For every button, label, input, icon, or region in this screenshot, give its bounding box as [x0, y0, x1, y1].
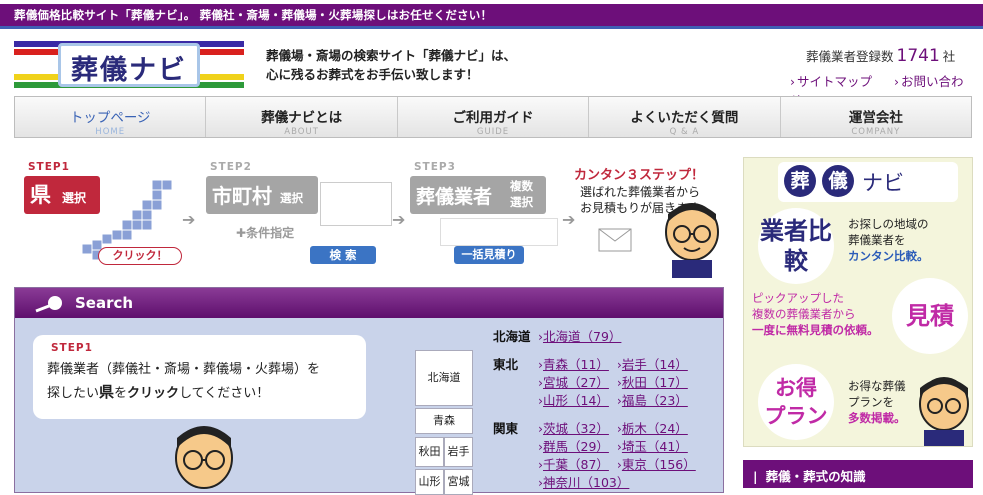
- pref-link[interactable]: 宮城（27）: [543, 375, 609, 390]
- step2-label: STEP2: [210, 161, 252, 173]
- pref-link[interactable]: 岩手（14）: [622, 357, 688, 372]
- search-panel: Search STEP1 葬儀業者（葬儀社・斎場・葬儀場・火葬場）を 探したい県…: [14, 287, 724, 495]
- search-label: 検 索: [310, 246, 376, 264]
- tagline-line2: 心に残るお葬式をお手伝い致します！: [266, 67, 479, 82]
- magnifier-icon: [35, 296, 62, 313]
- vendor-list-thumbnail: [440, 218, 558, 246]
- envelope-icon: [598, 228, 632, 252]
- region-row: ›神奈川（103）: [538, 475, 630, 490]
- condition-label: ✚条件指定: [236, 226, 295, 240]
- pref-link[interactable]: 山形（14）: [543, 393, 609, 408]
- pref-link[interactable]: 群馬（29）: [543, 439, 609, 454]
- city-list-thumbnail: [320, 182, 392, 226]
- steps-banner: STEP1 県 選択 クリック！ ➔ STEP2 市町村 選択 ✚条件指定 検 …: [14, 158, 734, 278]
- step1-label: STEP1: [28, 161, 70, 173]
- pref-link[interactable]: 茨城（32）: [543, 421, 609, 436]
- region-row: 北海道 ›北海道（79）: [493, 329, 622, 344]
- instruction-bubble: STEP1 葬儀業者（葬儀社・斎場・葬儀場・火葬場）を 探したい県をクリックして…: [33, 335, 366, 419]
- chevron-right-icon: ›: [894, 74, 899, 89]
- quote-circle: 見積: [892, 278, 968, 354]
- bulk-quote-label: 一括見積り: [454, 246, 524, 264]
- search-title: Search: [75, 294, 134, 312]
- registration-unit: 社: [942, 49, 956, 64]
- step2-badge: 市町村 選択: [206, 176, 318, 214]
- guide-character-icon: [175, 426, 233, 489]
- quote-text: ピックアップした 複数の葬儀業者から 一度に無料見積の依頼。: [752, 291, 879, 337]
- tagline: 葬儀場・斎場の検索サイト「葬儀ナビ」は、 心に残るお葬式をお手伝い致します！: [266, 46, 516, 84]
- arrow-right-icon: ➔: [182, 210, 196, 229]
- site-logo-text: 葬儀ナビ: [71, 55, 187, 86]
- step3-label: STEP3: [414, 161, 456, 173]
- site-logo[interactable]: 葬儀ナビ: [14, 41, 244, 89]
- pref-akita-button[interactable]: 秋田: [415, 437, 444, 467]
- region-row: ›群馬（29） ›埼玉（41）: [538, 439, 688, 454]
- sidebar-promo[interactable]: 葬 儀 ナビ 業者比較 お探しの地域の 葬儀業者を カンタン比較。 ピックアップした…: [743, 157, 973, 447]
- plus-icon: ✚: [236, 226, 247, 240]
- pref-yamagata-button[interactable]: 山形: [415, 469, 444, 495]
- pref-link[interactable]: 北海道（79）: [543, 329, 621, 344]
- nav-company[interactable]: 運営会社 COMPANY: [781, 97, 971, 137]
- nav-guide[interactable]: ご利用ガイド GUIDE: [398, 97, 590, 137]
- staff-character-icon: [919, 377, 969, 446]
- pref-link[interactable]: 秋田（17）: [622, 375, 688, 390]
- step3-badge: 葬儀業者 複数 選択: [410, 176, 546, 214]
- nav-about[interactable]: 葬儀ナビとは ABOUT: [206, 97, 398, 137]
- compare-circle: 業者比較: [758, 208, 834, 284]
- registration-label: 葬儀業者登録数: [806, 49, 894, 64]
- click-label: クリック！: [98, 247, 182, 265]
- sitemap-link[interactable]: › サイトマップ: [790, 74, 881, 89]
- registration-count: 葬儀業者登録数 1741 社: [806, 46, 955, 66]
- region-row: ›千葉（87） ›東京（156）: [538, 457, 696, 472]
- compare-text: お探しの地域の 葬儀業者を カンタン比較。: [848, 217, 929, 263]
- pref-link[interactable]: 東京（156）: [622, 457, 696, 472]
- region-row: 東北 ›青森（11） ›岩手（14）: [493, 357, 688, 372]
- three-steps-title: カンタン３ステップ！: [574, 168, 705, 183]
- chevron-right-icon: ›: [790, 74, 795, 89]
- bubble-step: STEP1: [51, 342, 93, 354]
- plan-circle: お得 プラン: [758, 364, 834, 440]
- sidebar-logo: 葬 儀 ナビ: [778, 162, 958, 202]
- main-nav: トップページ HOME 葬儀ナビとは ABOUT ご利用ガイド GUIDE よくいただ…: [14, 96, 972, 138]
- pref-link[interactable]: 千葉（87）: [543, 457, 609, 472]
- plan-text: お得な葬儀 プランを 多数掲載。: [848, 379, 906, 425]
- bubble-message: 葬儀業者（葬儀社・斎場・葬儀場・火葬場）を 探したい県をクリックしてください！: [47, 362, 321, 401]
- pref-iwate-button[interactable]: 岩手: [444, 437, 473, 467]
- region-row: 関東 ›茨城（32） ›栃木（24）: [493, 421, 688, 436]
- pref-link[interactable]: 青森（11）: [543, 357, 609, 372]
- pref-link[interactable]: 神奈川（103）: [543, 475, 629, 490]
- top-banner: 葬儀価格比較サイト「葬儀ナビ」。 葬儀社・斎場・葬儀場・火葬場探しはお任せくださ…: [0, 0, 983, 29]
- top-banner-text: 葬儀価格比較サイト「葬儀ナビ」。 葬儀社・斎場・葬儀場・火葬場探しはお任せくださ…: [14, 8, 493, 22]
- pref-link[interactable]: 福島（23）: [622, 393, 688, 408]
- tagline-line1: 葬儀場・斎場の検索サイト「葬儀ナビ」は、: [266, 48, 517, 63]
- region-row: ›宮城（27） ›秋田（17）: [538, 375, 688, 390]
- arrow-right-icon: ➔: [392, 210, 406, 229]
- region-row: ›山形（14） ›福島（23）: [538, 393, 688, 408]
- pref-aomori-button[interactable]: 青森: [415, 408, 473, 434]
- pref-hokkaido-button[interactable]: 北海道: [415, 350, 473, 406]
- staff-character-icon: [665, 203, 719, 278]
- pref-link[interactable]: 栃木（24）: [622, 421, 688, 436]
- arrow-right-icon: ➔: [562, 210, 576, 229]
- registration-number: 1741: [896, 46, 940, 66]
- knowledge-section-title: 葬儀・葬式の知識: [743, 460, 973, 488]
- nav-faq[interactable]: よくいただく質問 Q & A: [589, 97, 781, 137]
- pref-miyagi-button[interactable]: 宮城: [444, 469, 473, 495]
- pref-link[interactable]: 埼玉（41）: [622, 439, 688, 454]
- search-header: Search: [15, 288, 723, 318]
- nav-home[interactable]: トップページ HOME: [15, 97, 207, 137]
